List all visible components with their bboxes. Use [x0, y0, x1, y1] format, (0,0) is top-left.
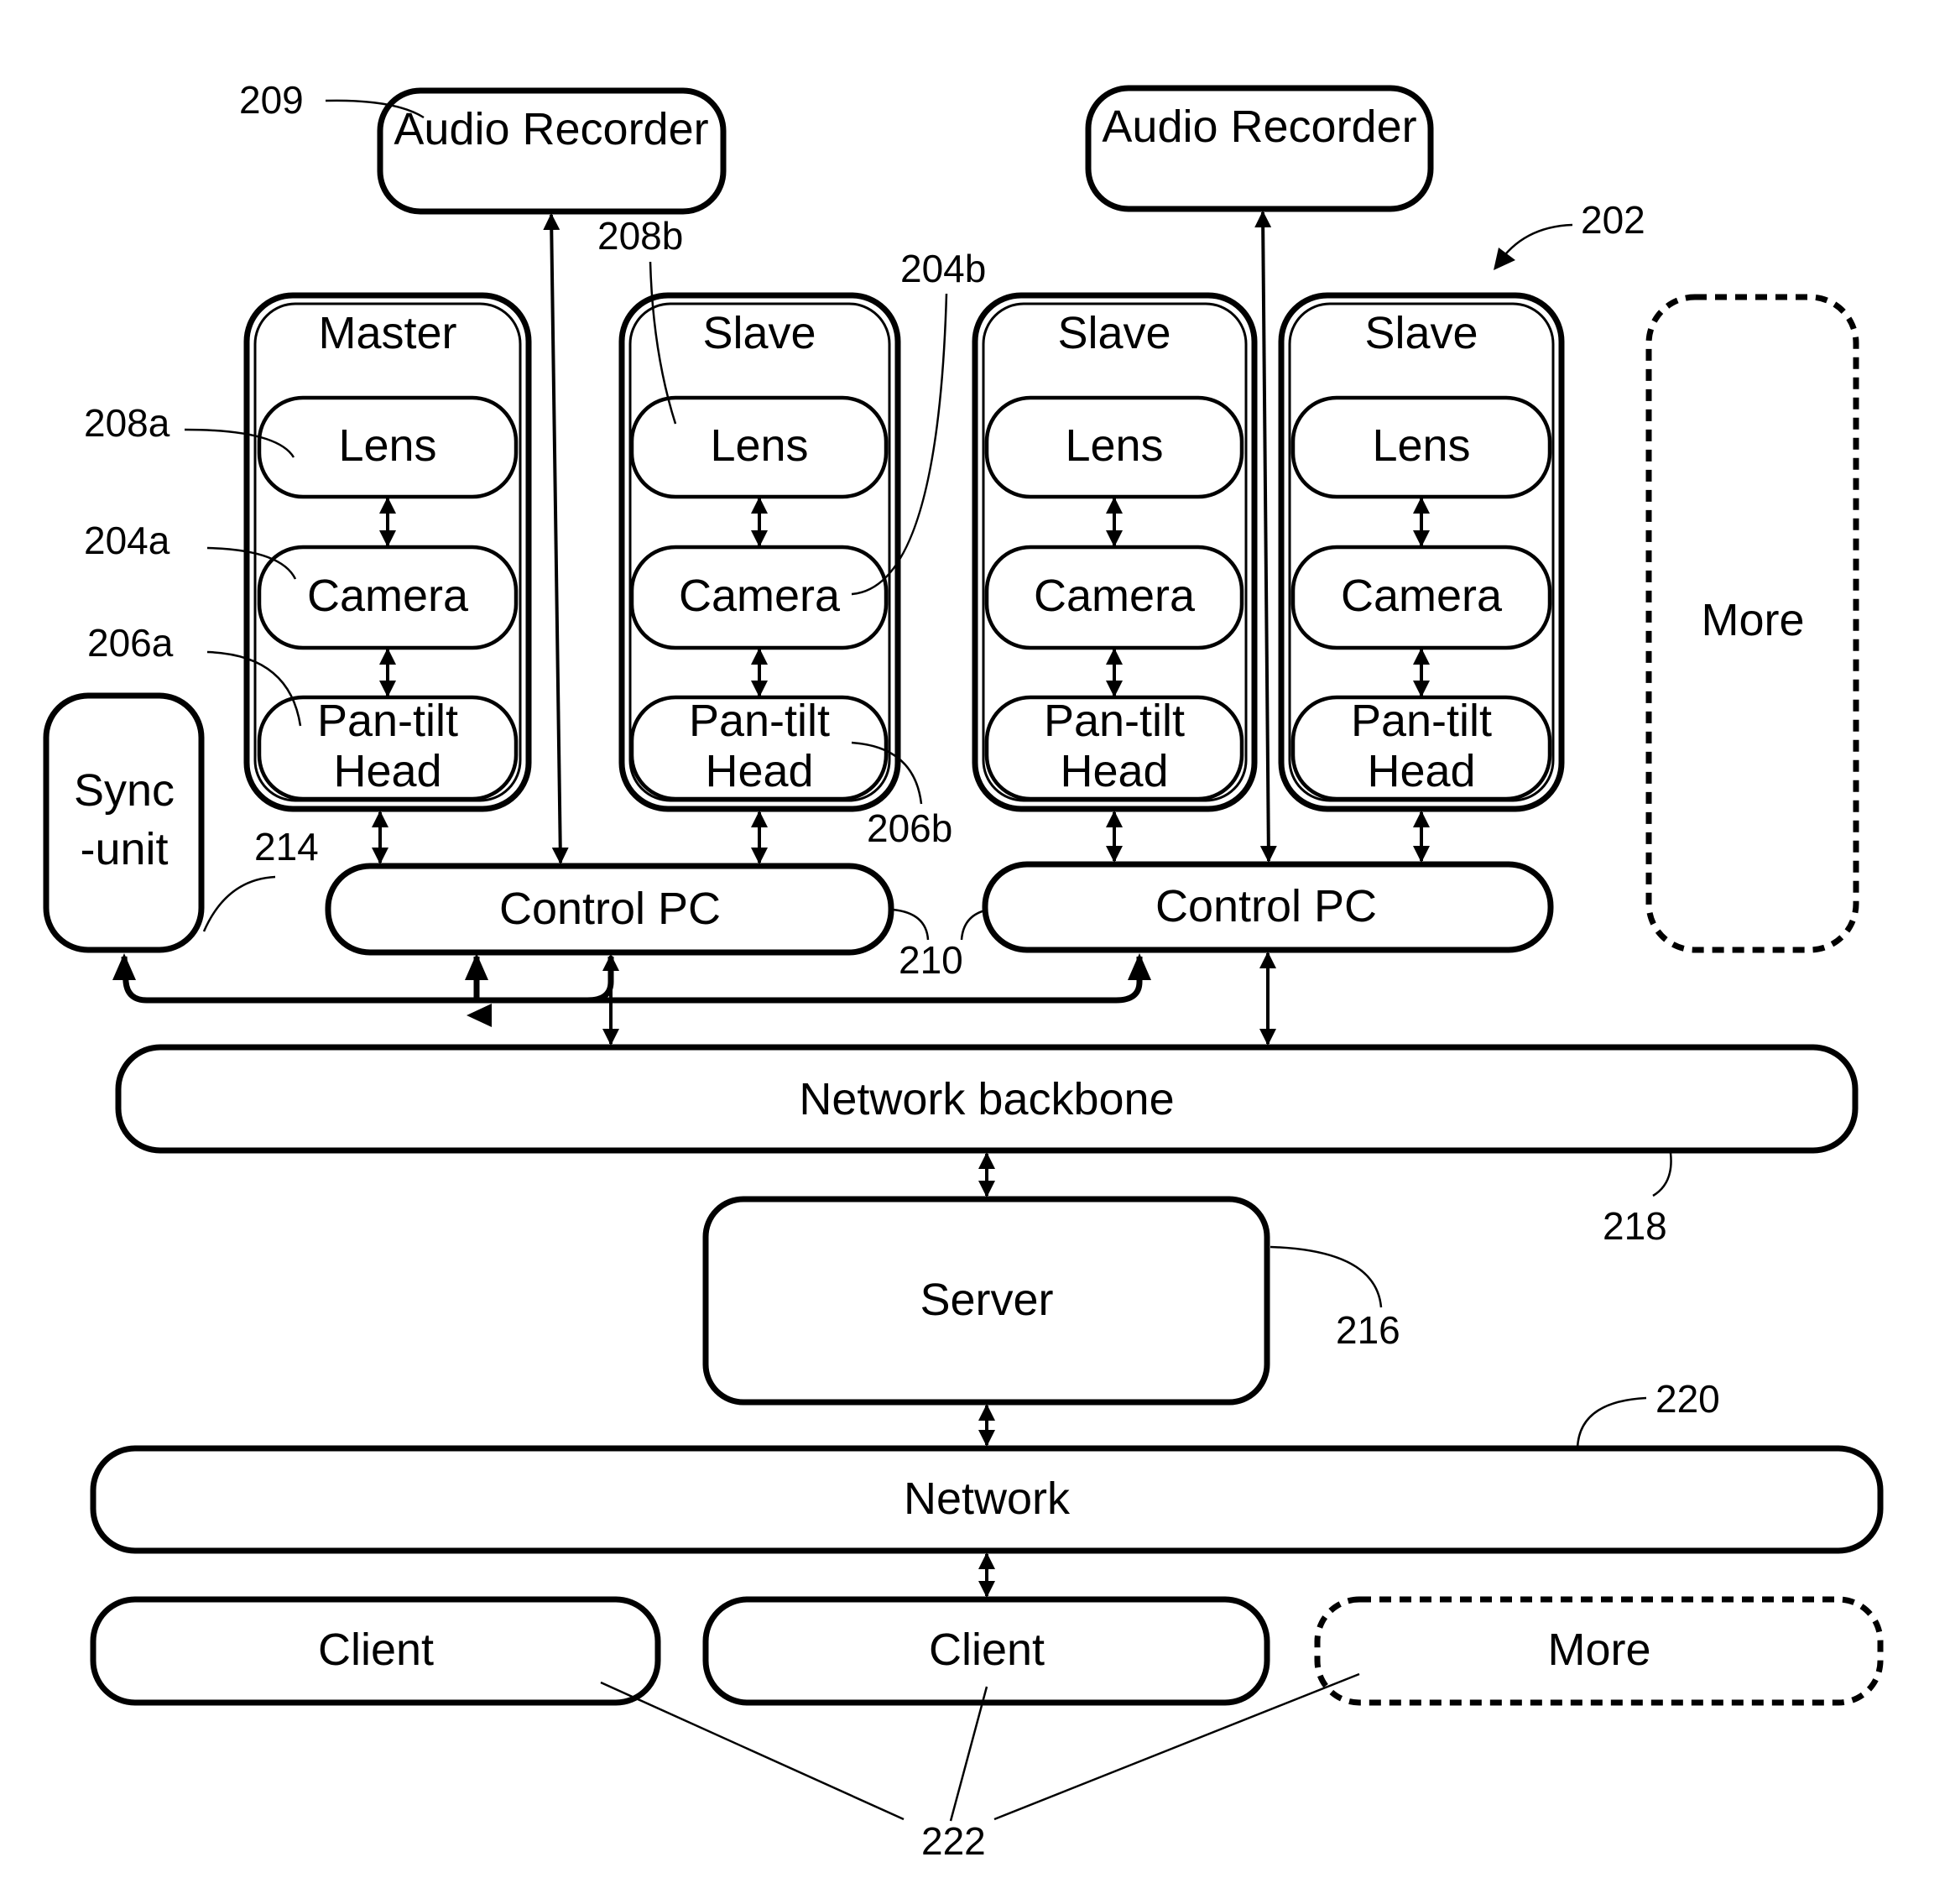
- lens-label: Lens: [1372, 420, 1470, 471]
- ref-222: 222: [921, 1819, 986, 1863]
- system-diagram: Audio Recorder Audio Recorder Master Len…: [43, 78, 1884, 1863]
- more-units-placeholder: More: [1645, 294, 1859, 953]
- ref-206b: 206b: [867, 806, 952, 850]
- ref-208b: 208b: [597, 214, 683, 258]
- client-1: Client: [90, 1596, 661, 1706]
- audio-recorder-2: Audio Recorder: [1085, 85, 1434, 212]
- camera-unit-slave-3: Slave Lens Camera Pan-tilt Head: [1278, 292, 1565, 812]
- pan-tilt-label-1: Pan-tilt: [1044, 696, 1185, 746]
- ref-216: 216: [1336, 1308, 1400, 1352]
- network-label: Network: [904, 1474, 1071, 1524]
- pan-tilt-label-1: Pan-tilt: [1351, 696, 1492, 746]
- client-1-label: Client: [318, 1625, 434, 1675]
- ref-214: 214: [254, 825, 319, 869]
- ref-206a: 206a: [87, 621, 174, 665]
- camera-label: Camera: [307, 571, 469, 621]
- ref-210: 210: [899, 938, 963, 982]
- more-clients-label: More: [1547, 1625, 1650, 1675]
- control-pc-1: Control PC: [325, 863, 894, 956]
- camera-label: Camera: [1034, 571, 1196, 621]
- ref-204b: 204b: [900, 247, 986, 290]
- camera-label: Camera: [679, 571, 841, 621]
- audio-recorder-1-label: Audio Recorder: [394, 104, 708, 154]
- pan-tilt-label-1: Pan-tilt: [317, 696, 458, 746]
- control-pc-2-label: Control PC: [1155, 881, 1377, 931]
- camera-unit-slave-2: Slave Lens Camera Pan-tilt Head: [972, 292, 1258, 812]
- client-2-label: Client: [929, 1625, 1045, 1675]
- lens-label: Lens: [338, 420, 436, 471]
- pan-tilt-label-2: Head: [705, 746, 813, 796]
- ref-208a: 208a: [84, 401, 170, 445]
- ref-218: 218: [1603, 1204, 1667, 1248]
- control-pc-2: Control PC: [982, 861, 1554, 953]
- unit-role-label: Slave: [1057, 308, 1171, 358]
- server: Server: [702, 1196, 1270, 1406]
- ref-209: 209: [239, 78, 304, 122]
- lens-label: Lens: [1065, 420, 1163, 471]
- pan-tilt-label-2: Head: [333, 746, 441, 796]
- network-backbone-label: Network backbone: [799, 1074, 1174, 1124]
- network-backbone: Network backbone: [115, 1044, 1859, 1154]
- ref-220: 220: [1655, 1377, 1720, 1421]
- more-units-label: More: [1701, 595, 1804, 645]
- unit-role-label: Master: [318, 308, 456, 358]
- sync-unit-label-2: -unit: [80, 824, 168, 874]
- sync-unit-label-1: Sync: [74, 765, 175, 816]
- pan-tilt-label-1: Pan-tilt: [689, 696, 830, 746]
- ref-204a: 204a: [84, 519, 170, 562]
- sync-unit: Sync -unit: [43, 692, 205, 953]
- camera-unit-master: Master Lens Camera Pan-tilt Head: [243, 292, 532, 812]
- server-label: Server: [920, 1275, 1053, 1325]
- unit-role-label: Slave: [1364, 308, 1478, 358]
- control-pc-1-label: Control PC: [499, 884, 721, 934]
- camera-label: Camera: [1341, 571, 1503, 621]
- audio-recorder-2-label: Audio Recorder: [1102, 102, 1416, 152]
- sync-bus: [112, 953, 1151, 1027]
- lens-label: Lens: [710, 420, 808, 471]
- more-clients-placeholder: More: [1314, 1596, 1884, 1706]
- unit-role-label: Slave: [702, 308, 816, 358]
- audio-recorder-1: Audio Recorder: [377, 87, 727, 215]
- pan-tilt-label-2: Head: [1060, 746, 1168, 796]
- pan-tilt-label-2: Head: [1367, 746, 1475, 796]
- network: Network: [90, 1445, 1884, 1554]
- ref-202: 202: [1581, 198, 1645, 242]
